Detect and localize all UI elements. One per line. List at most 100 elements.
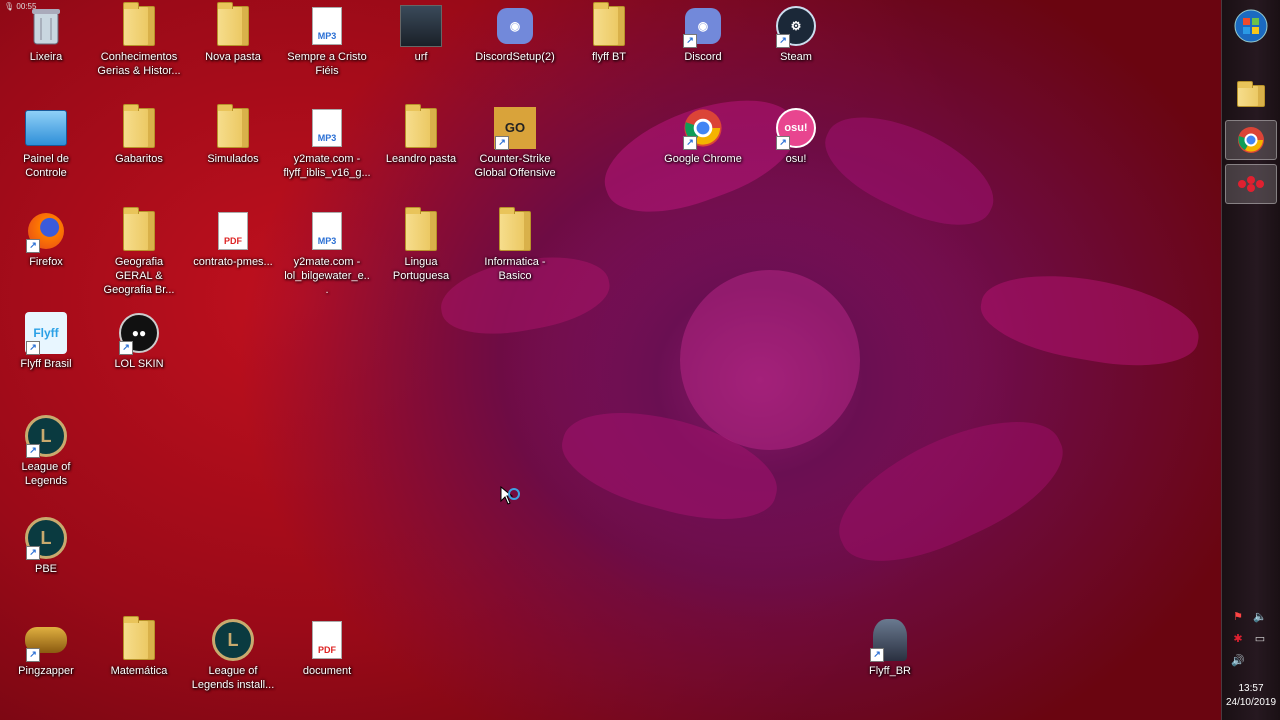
informatica-basico-folder[interactable]: Informatica - Basico [469, 205, 561, 283]
icon-label: Sempre a Cristo Fiéis [287, 51, 367, 77]
shortcut-arrow-icon: ↗ [870, 648, 884, 662]
google-chrome-shortcut[interactable]: ↗ Google Chrome [657, 102, 749, 166]
taskbar-chrome-button[interactable] [1225, 120, 1277, 160]
icon-label: Matemática [110, 665, 168, 677]
icon-image [117, 104, 161, 150]
icon-label: DiscordSetup(2) [475, 51, 555, 63]
lingua-portuguesa-folder[interactable]: Lingua Portuguesa [375, 205, 467, 283]
document-pdf[interactable]: PDF document [281, 614, 373, 678]
icon-label: Lingua Portuguesa [392, 256, 450, 282]
pbe-shortcut[interactable]: L ↗ PBE [0, 512, 92, 576]
y2mate-flyff-file[interactable]: MP3 y2mate.com - flyff_iblis_v16_g... [281, 102, 373, 180]
icon-image [399, 4, 443, 48]
icon-label: Counter-Strike Global Offensive [474, 153, 556, 179]
folder-icon [123, 616, 155, 660]
app-tray-icon[interactable]: ✱ [1230, 632, 1246, 646]
icon-label: Conhecimentos Gerias & Histor... [97, 51, 181, 77]
taskbar-app-button[interactable] [1225, 164, 1277, 204]
contrato-pdf[interactable]: PDF contrato-pmes... [187, 205, 279, 269]
simulados-folder[interactable]: Simulados [187, 102, 279, 166]
lol-skin-shortcut[interactable]: ●● ↗ LOL SKIN [93, 307, 185, 371]
shortcut-arrow-icon: ↗ [495, 136, 509, 150]
icon-label: y2mate.com - flyff_iblis_v16_g... [283, 153, 371, 179]
icon-image: ◉ [493, 4, 537, 48]
icon-label: osu! [785, 153, 807, 165]
pingzapper-shortcut[interactable]: ↗ Pingzapper [0, 614, 92, 678]
icon-label: Nova pasta [205, 51, 261, 63]
flyff-bt-folder[interactable]: flyff BT [563, 0, 655, 64]
icon-image [399, 207, 443, 253]
start-button[interactable] [1225, 6, 1277, 46]
gabaritos-folder[interactable]: Gabaritos [93, 102, 185, 166]
osu-shortcut[interactable]: osu! ↗ osu! [750, 102, 842, 166]
icon-image [493, 207, 537, 253]
folder-icon [499, 207, 531, 251]
icon-label: League of Legends install... [191, 665, 275, 691]
icon-image: MP3 [305, 4, 349, 48]
icon-image [117, 616, 161, 662]
flyff-br-shortcut[interactable]: ↗ Flyff_BR [844, 614, 936, 678]
pdf-file-icon: PDF [218, 212, 248, 250]
folder-icon [217, 104, 249, 148]
pdf-file-icon: PDF [312, 621, 342, 659]
y2mate-lol-file[interactable]: MP3 y2mate.com - lol_bilgewater_e... [281, 205, 373, 297]
discord-icon: ◉ [497, 8, 533, 44]
taskbar: ⚑ 🔈 ✱ ▭ 🔊 13:57 24/10/2019 [1221, 0, 1280, 720]
folder-icon [593, 2, 625, 46]
flyff-brasil-shortcut[interactable]: Flyff ↗ Flyff Brasil [0, 307, 92, 371]
icon-label: Informatica - Basico [484, 256, 546, 282]
sempre-a-cristo-file[interactable]: MP3 Sempre a Cristo Fiéis [281, 0, 373, 78]
icon-image: L ↗ [24, 414, 68, 458]
urf-file[interactable]: urf [375, 0, 467, 64]
painel-de-controle[interactable]: Painel de Controle [0, 102, 92, 180]
icon-label: Simulados [207, 153, 259, 165]
shortcut-arrow-icon: ↗ [26, 444, 40, 458]
recycle-bin[interactable]: Lixeira [0, 0, 92, 64]
conhecimentos-folder[interactable]: Conhecimentos Gerias & Histor... [93, 0, 185, 78]
icon-label: PBE [34, 563, 57, 575]
nova-pasta-folder[interactable]: Nova pasta [187, 0, 279, 64]
icon-label: Leandro pasta [385, 153, 457, 165]
steam-shortcut[interactable]: ⚙ ↗ Steam [750, 0, 842, 64]
clock[interactable]: 13:57 24/10/2019 [1222, 682, 1280, 710]
icon-label: Steam [780, 51, 812, 63]
desktop[interactable]: Lixeira Conhecimentos Gerias & Histor... N… [0, 0, 1222, 720]
icon-image: L ↗ [24, 516, 68, 560]
icon-label: LOL SKIN [114, 358, 164, 370]
icon-label: Painel de Controle [23, 153, 69, 179]
icon-image: ↗ [24, 618, 68, 662]
icon-label: Pingzapper [18, 665, 74, 677]
shortcut-arrow-icon: ↗ [683, 136, 697, 150]
mp3-file-icon: MP3 [312, 109, 342, 147]
folder-icon [1237, 81, 1265, 107]
network-flag-icon[interactable]: ⚑ [1230, 610, 1246, 624]
lol-installer-file[interactable]: L League of Legends install... [187, 614, 279, 692]
icon-image [211, 2, 255, 48]
icon-label: League of Legends [21, 461, 71, 487]
folder-icon [405, 104, 437, 148]
windows-logo-icon [1234, 9, 1268, 43]
firefox-shortcut[interactable]: ↗ Firefox [0, 205, 92, 269]
geografia-folder[interactable]: Geografia GERAL & Geografia Br... [93, 205, 185, 297]
league-of-legends-icon: L [212, 619, 254, 661]
icon-label: Flyff_BR [869, 665, 911, 677]
folder-icon [123, 2, 155, 46]
clock-date: 24/10/2019 [1225, 697, 1277, 708]
discordsetup-file[interactable]: ◉ DiscordSetup(2) [469, 0, 561, 64]
folder-icon [123, 207, 155, 251]
icon-image: ↗ [24, 209, 68, 253]
counter-strike-shortcut[interactable]: GO ↗ Counter-Strike Global Offensive [469, 102, 561, 180]
speaker-icon[interactable]: 🔊 [1230, 654, 1246, 668]
taskbar-explorer-button[interactable] [1225, 76, 1277, 116]
chrome-icon [1238, 127, 1264, 153]
volume-mute-icon[interactable]: 🔈 [1252, 610, 1268, 624]
folder-icon [405, 207, 437, 251]
shortcut-arrow-icon: ↗ [776, 34, 790, 48]
display-icon[interactable]: ▭ [1252, 632, 1268, 646]
league-of-legends-shortcut[interactable]: L ↗ League of Legends [0, 410, 92, 488]
clock-time: 13:57 [1238, 683, 1264, 694]
leandro-pasta-folder[interactable]: Leandro pasta [375, 102, 467, 166]
discord-shortcut[interactable]: ◉ ↗ Discord [657, 0, 749, 64]
icon-image: MP3 [305, 209, 349, 253]
matematica-folder[interactable]: Matemática [93, 614, 185, 678]
